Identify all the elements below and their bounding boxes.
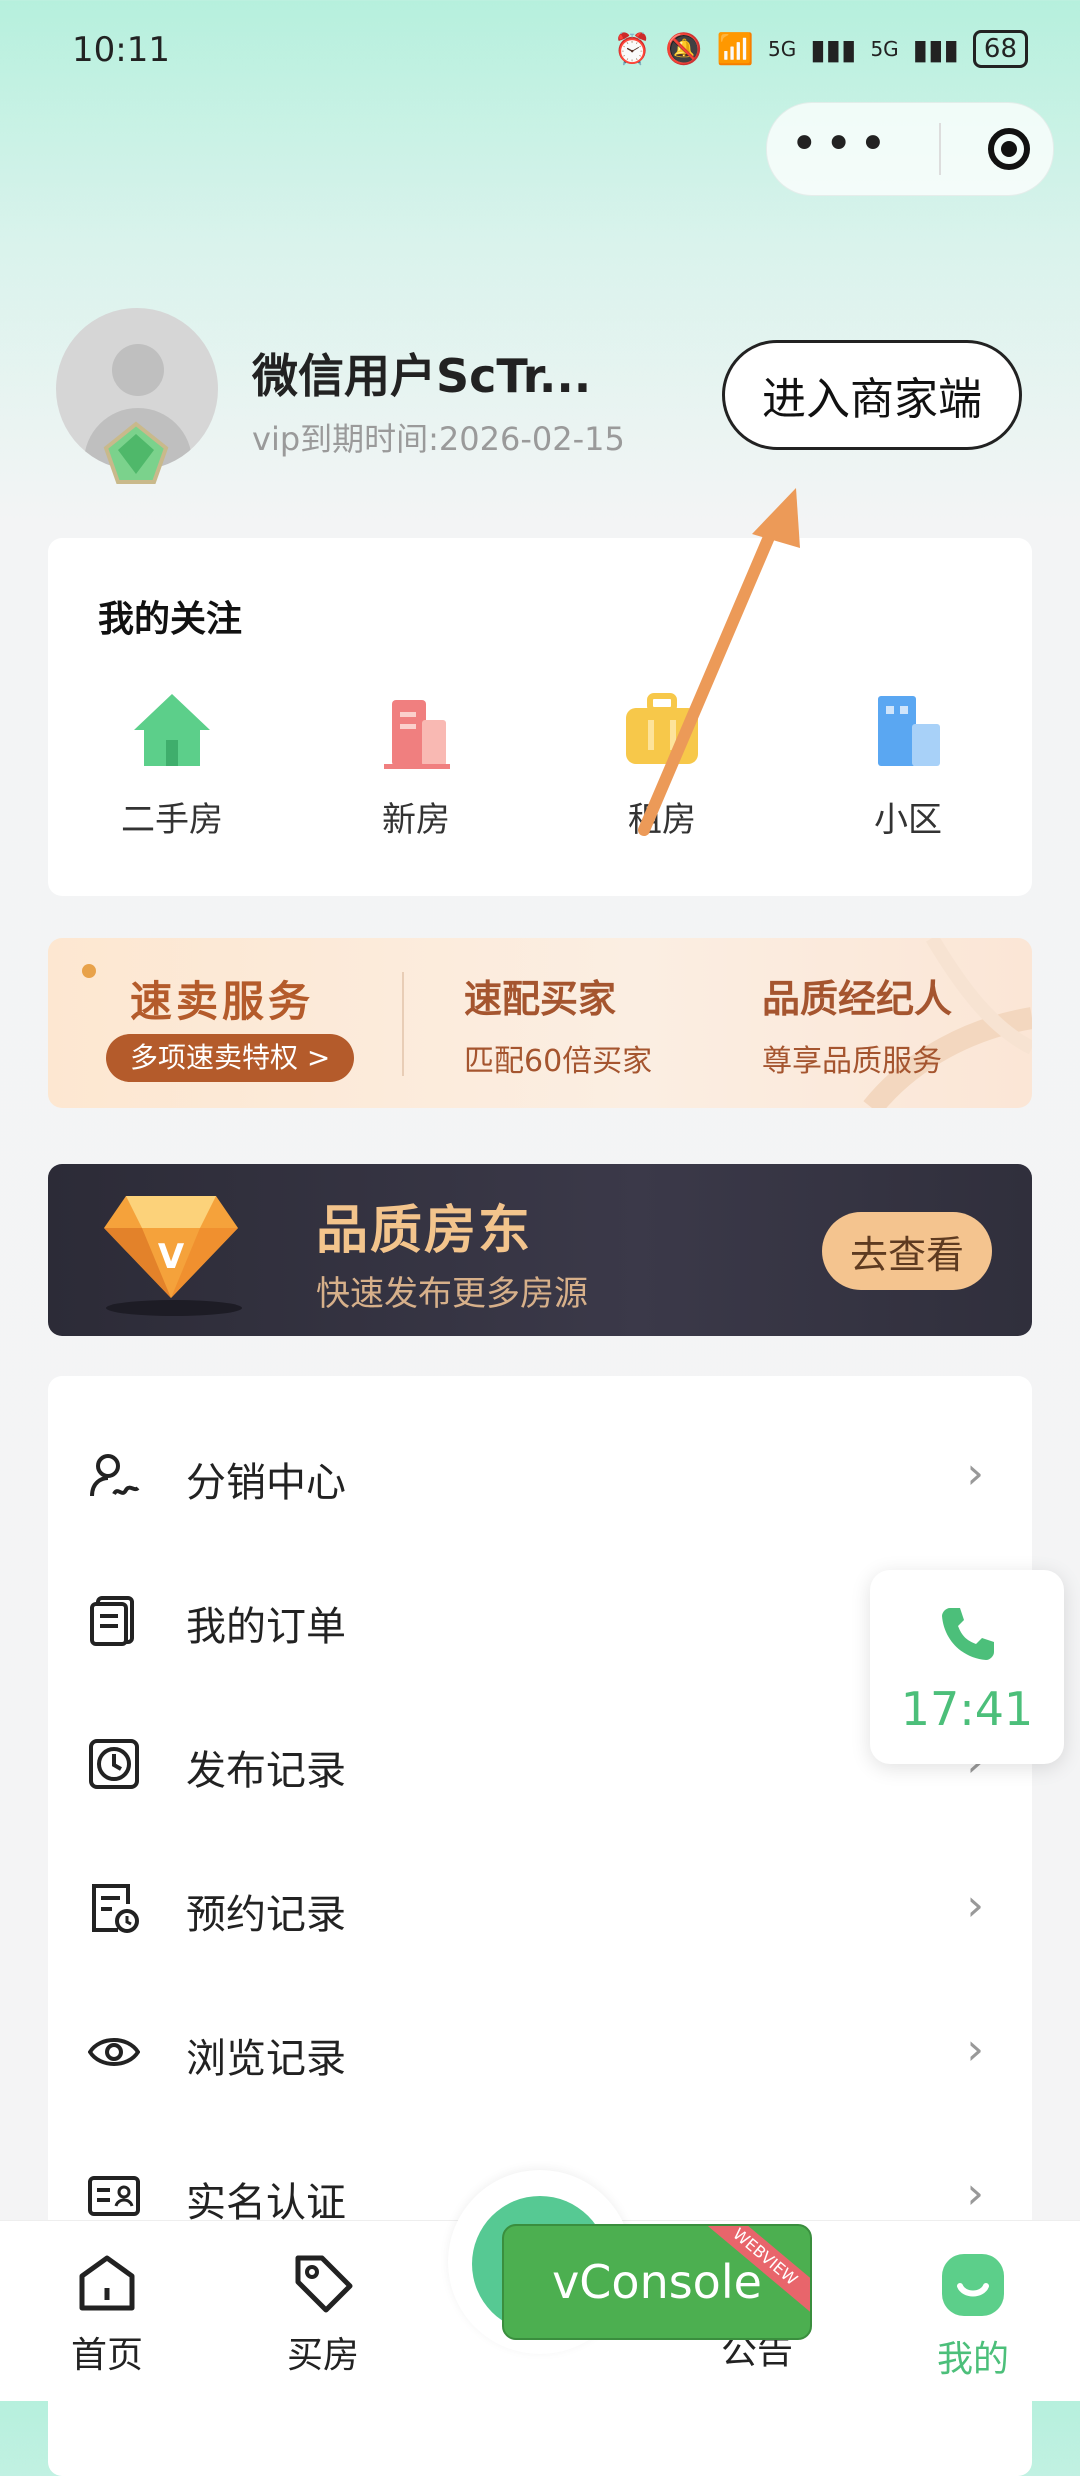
mute-icon: 🔕 xyxy=(665,31,703,67)
signal-icon: ▮▮▮ xyxy=(810,32,857,66)
network-label-1: 5G xyxy=(767,37,797,61)
vconsole-label: vConsole xyxy=(552,2255,762,2309)
order-icon xyxy=(90,1596,134,1646)
tab-label: 首页 xyxy=(70,2335,143,2376)
follow-item-second-hand[interactable]: 二手房 xyxy=(72,690,272,841)
appointment-icon xyxy=(92,1884,139,1933)
capsule-divider xyxy=(939,123,942,175)
status-icons: ⏰ 🔕 📶 5G ▮▮▮ 5G ▮▮▮ 68 xyxy=(614,30,1028,68)
call-duration: 17:41 xyxy=(900,1682,1034,1736)
battery-icon: 68 xyxy=(972,30,1028,68)
quality-landlord-title: 品质房东 xyxy=(316,1201,533,1261)
quality-agent-subtitle: 尊享品质服务 xyxy=(762,1044,942,1079)
follow-title: 我的关注 xyxy=(98,599,243,640)
menu-item-label: 预约记录 xyxy=(186,1892,346,1938)
menu-item-distribution[interactable]: 分销中心 › xyxy=(48,1404,1032,1548)
follow-item-rent[interactable]: 租房 xyxy=(562,690,762,841)
follow-item-label: 小区 xyxy=(874,800,942,840)
menu-item-label: 分销中心 xyxy=(186,1460,346,1506)
tab-home[interactable]: 首页 xyxy=(32,2250,182,2378)
vip-badge-icon xyxy=(103,421,169,484)
close-miniprogram-icon[interactable] xyxy=(987,128,1030,170)
alarm-icon: ⏰ xyxy=(613,31,652,67)
house-icon xyxy=(134,694,210,766)
chevron-right-icon: › xyxy=(966,1448,984,1499)
home-icon xyxy=(79,2255,135,2311)
follow-item-community[interactable]: 小区 xyxy=(808,690,1008,841)
tower-icon xyxy=(878,696,940,766)
phone-icon xyxy=(942,1608,994,1660)
quick-sell-privileges-button[interactable]: 多项速卖特权 > xyxy=(106,1034,355,1082)
follow-item-label: 二手房 xyxy=(121,800,223,840)
quality-landlord-subtitle: 快速发布更多房源 xyxy=(316,1274,588,1314)
tab-buy[interactable]: 买房 xyxy=(248,2250,398,2378)
more-icon[interactable]: ••• xyxy=(790,120,893,168)
network-label-2: 5G xyxy=(870,37,899,61)
username: 微信用户ScTr... xyxy=(252,349,592,403)
enter-merchant-button[interactable]: 进入商家端 xyxy=(722,340,1022,450)
quality-agent-title: 品质经纪人 xyxy=(762,977,953,1021)
menu-item-browse-history[interactable]: 浏览记录 › xyxy=(48,1980,1032,2124)
view-button[interactable]: 去查看 xyxy=(822,1212,992,1290)
menu-item-label: 发布记录 xyxy=(186,1748,346,1794)
menu-item-label: 我的订单 xyxy=(186,1604,346,1650)
menu-item-label: 浏览记录 xyxy=(186,2036,346,2082)
vip-expiry: vip到期时间:2026-02-15 xyxy=(252,420,625,458)
clock-icon xyxy=(89,1739,139,1789)
tab-mine[interactable]: 我的 xyxy=(898,2250,1048,2382)
profile-icon xyxy=(942,2254,1004,2316)
follow-item-label: 租房 xyxy=(628,800,696,840)
chevron-right-icon: › xyxy=(966,2024,984,2075)
chevron-right-icon: › xyxy=(966,2168,984,2219)
capsule-menu: ••• xyxy=(766,102,1054,196)
promo-divider xyxy=(402,972,404,1076)
eye-icon xyxy=(88,2038,140,2066)
call-widget[interactable]: 17:41 xyxy=(870,1570,1064,1764)
tab-label: 买房 xyxy=(286,2335,359,2376)
sparkle-icon xyxy=(82,964,96,978)
suitcase-icon xyxy=(626,693,698,764)
diamond-letter: V xyxy=(158,1237,185,1277)
fast-match-subtitle: 匹配60倍买家 xyxy=(464,1044,653,1079)
wifi-icon: 📶 xyxy=(716,31,754,67)
diamond-icon: V xyxy=(104,1196,242,1316)
tag-icon xyxy=(295,2255,353,2313)
tab-label: 我的 xyxy=(936,2339,1009,2380)
status-time: 10:11 xyxy=(72,30,170,70)
follow-item-new-house[interactable]: 新房 xyxy=(316,690,516,841)
chevron-right-icon: › xyxy=(966,1880,984,1931)
signal-icon-2: ▮▮▮ xyxy=(912,32,959,66)
quick-sell-title: 速卖服务 xyxy=(130,977,315,1026)
id-card-icon xyxy=(88,2176,140,2216)
vconsole-button[interactable]: vConsole WEBVIEW xyxy=(502,2224,812,2340)
ribbon-decoration xyxy=(863,938,1032,1108)
menu-item-appointments[interactable]: 预约记录 › xyxy=(48,1836,1032,1980)
distribution-icon xyxy=(90,1454,140,1497)
follow-item-label: 新房 xyxy=(382,800,450,840)
building-icon xyxy=(384,700,450,769)
fast-match-title: 速配买家 xyxy=(464,977,617,1021)
